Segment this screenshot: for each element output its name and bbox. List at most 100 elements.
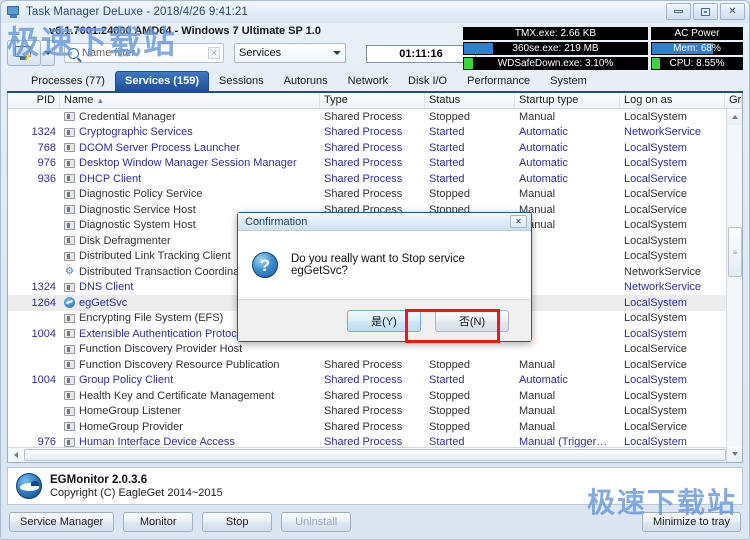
service-name-label: Disk Defragmenter — [79, 235, 171, 247]
cell-type: Shared Process — [320, 405, 425, 417]
cell-startup-type: Automatic — [515, 142, 620, 154]
scroll-up-button[interactable] — [727, 109, 743, 125]
service-name-label: Cryptographic Services — [79, 126, 193, 138]
service-name-label: Function Discovery Provider Host — [79, 343, 242, 355]
cell-pid: 936 — [8, 173, 60, 185]
cell-status: Stopped — [425, 421, 515, 433]
table-row[interactable]: 768DCOM Server Process LauncherShared Pr… — [8, 140, 742, 156]
chevron-left-icon — [14, 452, 18, 458]
scroll-down-button[interactable] — [727, 446, 743, 462]
main-tabs: Processes (77) Services (159) Sessions A… — [7, 71, 743, 93]
dialog-close-icon[interactable]: ✕ — [510, 215, 527, 228]
table-row[interactable]: HomeGroup ListenerShared ProcessStoppedM… — [8, 404, 742, 420]
monitor-toggle-button[interactable]: ⚡ — [7, 40, 41, 66]
cell-name: DCOM Server Process Launcher — [60, 142, 320, 154]
column-header-status[interactable]: Status — [425, 93, 515, 108]
cell-log-on-as: LocalSystem — [620, 328, 725, 340]
toolbar: v6.1.7601.24000 AMD64 - Windows 7 Ultima… — [1, 23, 749, 71]
cell-status: Stopped — [425, 359, 515, 371]
cell-log-on-as: LocalSystem — [620, 250, 725, 262]
cell-startup-type: Automatic — [515, 126, 620, 138]
cell-startup-type: Automatic — [515, 374, 620, 386]
service-icon — [64, 329, 75, 338]
cell-status: Started — [425, 436, 515, 447]
tab-autoruns[interactable]: Autoruns — [274, 71, 338, 91]
table-row[interactable]: 1004Group Policy ClientShared ProcessSta… — [8, 373, 742, 389]
column-header-name[interactable]: Name▲ — [60, 93, 320, 108]
tab-system[interactable]: System — [540, 71, 597, 91]
window-title-bar: Task Manager DeLuxe - 2018/4/26 9:41:21 … — [1, 1, 749, 23]
tab-sessions[interactable]: Sessions — [209, 71, 274, 91]
table-row[interactable]: Health Key and Certificate ManagementSha… — [8, 388, 742, 404]
cell-type: Shared Process — [320, 359, 425, 371]
column-header-type[interactable]: Type — [320, 93, 425, 108]
chevron-up-icon — [732, 115, 738, 119]
cell-startup-type: Manual — [515, 359, 620, 371]
close-icon[interactable]: ✕ — [720, 3, 745, 20]
service-manager-button[interactable]: Service Manager — [9, 512, 114, 532]
service-icon — [64, 376, 75, 385]
monitor-icon: ⚡ — [15, 46, 33, 60]
table-row[interactable]: 976Desktop Window Manager Session Manage… — [8, 156, 742, 172]
sort-asc-icon: ▲ — [96, 96, 104, 105]
scrollbar-thumb[interactable]: ≡ — [728, 227, 742, 277]
column-header-group[interactable]: Group — [725, 93, 742, 108]
name-filter-input[interactable]: Name filter ✕ — [64, 43, 224, 63]
action-button-bar: Service Manager Monitor Stop Uninstall M… — [1, 505, 749, 539]
chevron-down-icon — [732, 452, 738, 456]
tab-disk-io[interactable]: Disk I/O — [398, 71, 457, 91]
cell-name: Group Policy Client — [60, 374, 320, 386]
cell-pid: 1324 — [8, 281, 60, 293]
tab-processes[interactable]: Processes (77) — [21, 71, 115, 91]
horizontal-scrollbar[interactable] — [8, 447, 742, 462]
cell-name: HomeGroup Provider — [60, 421, 320, 433]
hscrollbar-thumb[interactable] — [24, 449, 726, 461]
view-select[interactable]: Services — [234, 43, 346, 63]
cell-log-on-as: LocalService — [620, 173, 725, 185]
table-row[interactable]: Function Discovery Provider HostLocalSer… — [8, 342, 742, 358]
cell-status: Started — [425, 374, 515, 386]
service-name-label: Diagnostic Service Host — [79, 204, 196, 216]
table-row[interactable]: 936DHCP ClientShared ProcessStartedAutom… — [8, 171, 742, 187]
table-row[interactable]: Credential ManagerShared ProcessStoppedM… — [8, 109, 742, 125]
clear-filter-icon[interactable]: ✕ — [208, 47, 220, 59]
table-row[interactable]: Function Discovery Resource PublicationS… — [8, 357, 742, 373]
minimize-button[interactable] — [666, 3, 691, 20]
monitor-dropdown-button[interactable] — [41, 40, 55, 66]
table-row[interactable]: HomeGroup ProviderShared ProcessStoppedM… — [8, 419, 742, 435]
memory-meter: Mem: 68% — [651, 42, 743, 55]
tab-performance[interactable]: Performance — [457, 71, 540, 91]
system-meters: AC Power Mem: 68% CPU: 8.55% — [651, 27, 743, 70]
uninstall-button: Uninstall — [281, 512, 351, 532]
power-status-meter: AC Power — [651, 27, 743, 40]
tab-network[interactable]: Network — [338, 71, 398, 91]
scroll-left-button[interactable] — [8, 449, 23, 462]
vertical-scrollbar[interactable]: ≡ — [726, 109, 742, 462]
service-icon — [64, 345, 75, 354]
column-header-pid[interactable]: PID — [8, 93, 60, 108]
dialog-yes-button[interactable]: 是(Y) — [347, 310, 421, 332]
service-name-label: Diagnostic Policy Service — [79, 188, 203, 200]
eagleget-logo-icon — [16, 473, 42, 499]
column-header-log-on-as[interactable]: Log on as — [620, 93, 725, 108]
table-row[interactable]: 976Human Interface Device AccessShared P… — [8, 435, 742, 448]
tab-services[interactable]: Services (159) — [115, 71, 209, 91]
table-row[interactable]: 1324Cryptographic ServicesShared Process… — [8, 125, 742, 141]
dialog-footer: 是(Y) 否(N) — [238, 299, 531, 341]
maximize-button[interactable] — [693, 3, 718, 20]
cell-log-on-as: NetworkService — [620, 281, 725, 293]
cell-type: Shared Process — [320, 142, 425, 154]
window-title: Task Manager DeLuxe - 2018/4/26 9:41:21 — [26, 6, 248, 18]
product-copyright: Copyright (C) EagleGet 2014~2015 — [50, 487, 223, 499]
cell-log-on-as: LocalSystem — [620, 297, 725, 309]
dialog-no-button[interactable]: 否(N) — [435, 310, 509, 332]
minimize-to-tray-button[interactable]: Minimize to tray — [642, 512, 741, 532]
service-name-label: egGetSvc — [79, 297, 127, 309]
service-icon — [64, 190, 75, 199]
cell-type: Shared Process — [320, 421, 425, 433]
cell-type: Shared Process — [320, 126, 425, 138]
table-row[interactable]: Diagnostic Policy ServiceShared ProcessS… — [8, 187, 742, 203]
stop-button[interactable]: Stop — [202, 512, 272, 532]
column-header-startup-type[interactable]: Startup type — [515, 93, 620, 108]
monitor-button[interactable]: Monitor — [123, 512, 193, 532]
